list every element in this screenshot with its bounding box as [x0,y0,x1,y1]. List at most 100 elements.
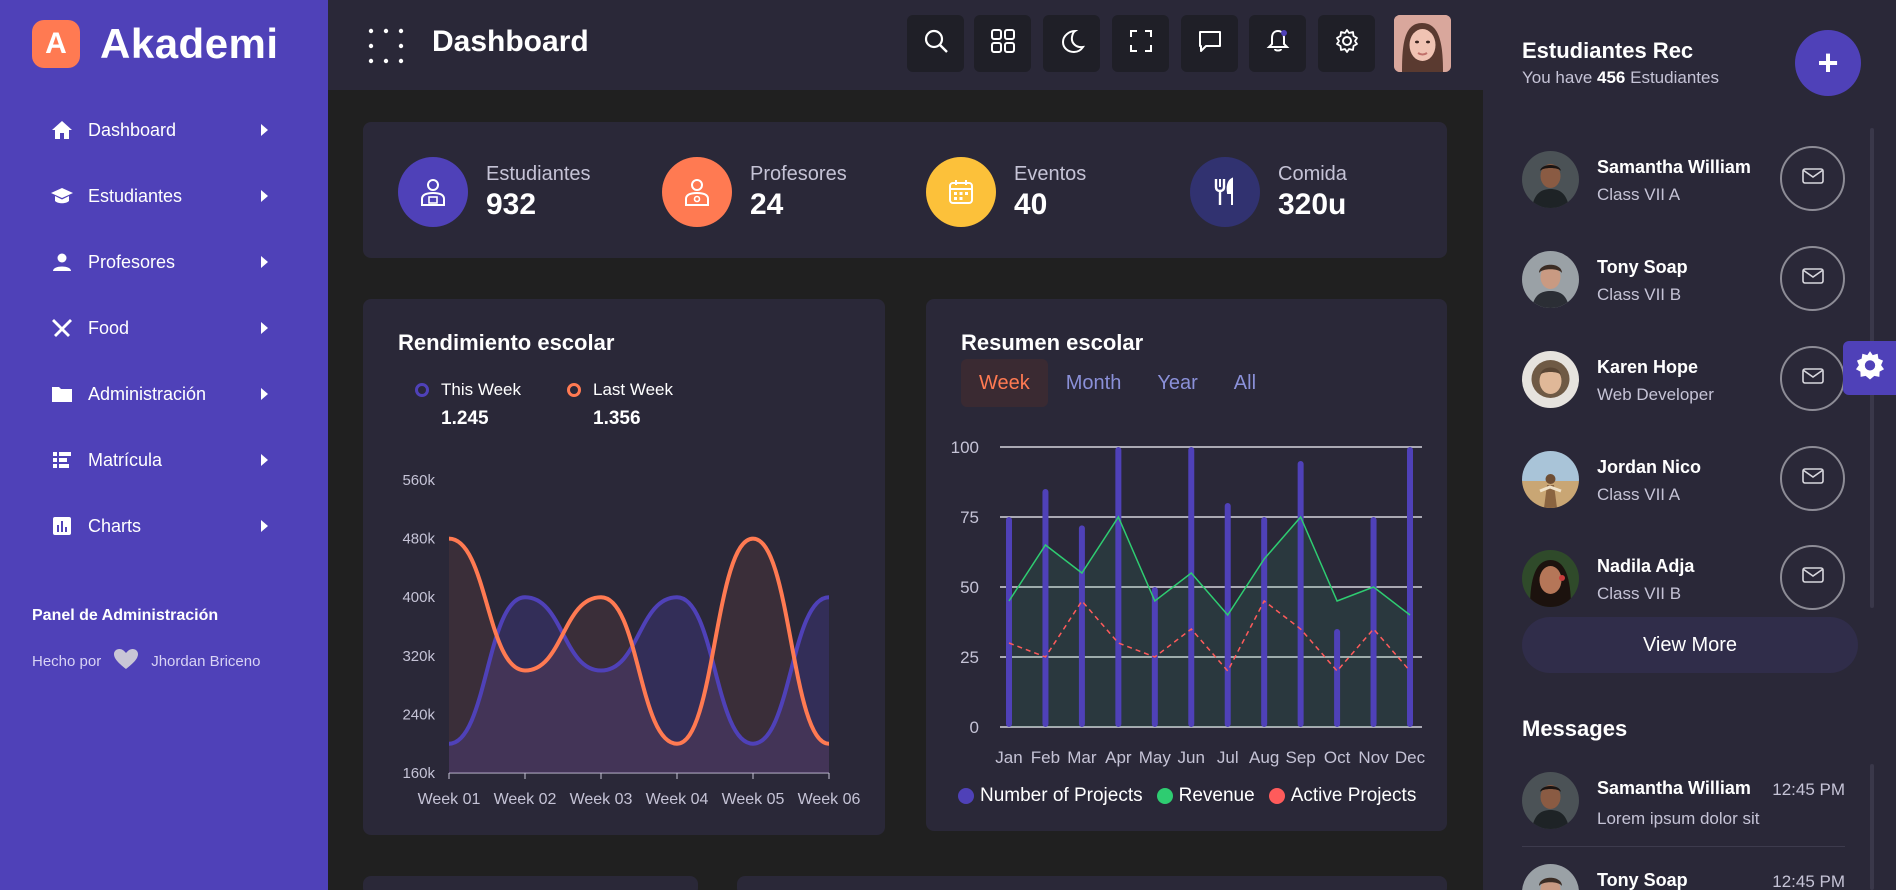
fullscreen-button[interactable] [1112,15,1169,72]
divider [1522,846,1845,847]
brand-logo[interactable]: A Akademi [32,20,279,68]
legend-label: Active Projects [1290,785,1417,806]
legend-label: Revenue [1178,785,1255,806]
bar [1370,517,1377,727]
user-avatar[interactable] [1394,15,1451,72]
dark-mode-button[interactable] [1043,15,1100,72]
avatar [1522,451,1579,508]
stat-profesores[interactable]: Profesores 24 [662,157,847,227]
stat-label: Profesores [750,162,847,185]
bottom-card [363,876,698,890]
apps-menu-icon[interactable] [368,28,404,64]
messages-title: Messages [1522,716,1628,741]
message-text: Lorem ipsum dolor sit [1597,809,1760,828]
y-tick-label: 320k [402,648,435,665]
chat-button[interactable] [1181,15,1238,72]
sidebar-item-matricula[interactable]: Matrícula [0,427,328,493]
sidebar-item-administracion[interactable]: Administración [0,361,328,427]
tab-week[interactable]: Week [961,359,1048,407]
apps-button[interactable] [974,15,1031,72]
legend-last-week[interactable]: Last Week 1.356 [567,380,673,430]
message-student-button[interactable] [1780,146,1845,211]
folder-icon [50,382,74,406]
message-student-button[interactable] [1780,246,1845,311]
tab-month[interactable]: Month [1048,359,1140,407]
chevron-right-icon [261,520,268,532]
students-count: 456 [1597,68,1626,87]
message-item[interactable]: Samantha William 12:45 PM Lorem ipsum do… [1522,772,1845,842]
subtitle-suffix: Estudiantes [1630,68,1719,87]
bottom-card [737,876,1447,890]
sidebar-item-label: Estudiantes [88,185,183,206]
tab-all[interactable]: All [1216,359,1274,407]
y-tick-label: 75 [960,508,979,527]
tab-year[interactable]: Year [1139,359,1215,407]
x-tick-label: Week 05 [722,791,785,808]
mail-icon [1801,168,1824,189]
chevron-right-icon [261,190,268,202]
student-name: Tony Soap [1597,257,1688,277]
legend-marker [1268,788,1285,804]
sidebar: A Akademi Dashboard Estudiantes Profesor… [0,0,328,890]
legend-this-week[interactable]: This Week 1.245 [415,380,521,430]
performance-title: Rendimiento escolar [398,330,615,355]
messages-scrollbar[interactable] [1870,764,1874,890]
search-button[interactable] [907,15,964,72]
student-name: Karen Hope [1597,357,1699,377]
y-tick-label: 0 [970,718,979,737]
message-student-button[interactable] [1780,446,1845,511]
message-student-button[interactable] [1780,545,1845,610]
sidebar-item-label: Matrícula [88,449,163,470]
mail-icon [1801,567,1824,588]
gear-icon [1334,28,1360,59]
stat-eventos[interactable]: Eventos 40 [926,157,1086,227]
sidebar-item-profesores[interactable]: Profesores [0,229,328,295]
x-tick-label: Jun [1178,748,1205,767]
chevron-right-icon [261,256,268,268]
right-panel [1483,0,1896,890]
y-tick-label: 400k [402,589,435,606]
view-more-button[interactable]: View More [1522,617,1858,673]
x-tick-label: Dec [1395,748,1426,767]
sidebar-item-estudiantes[interactable]: Estudiantes [0,163,328,229]
student-class: Class VII A [1597,185,1681,204]
made-by: Hecho por Jhordan Briceno [32,648,260,674]
legend-value: 1.356 [593,408,641,429]
sidebar-item-food[interactable]: Food [0,295,328,361]
message-item[interactable]: Tony Soap 12:45 PM [1522,864,1845,890]
message-student-button[interactable] [1780,346,1845,411]
summary-tabs: Week Month Year All [961,359,1274,407]
student-icon [398,157,468,227]
summary-title: Resumen escolar [961,330,1144,355]
summary-legend: Number of Projects Revenue Active Projec… [958,785,1430,807]
avatar [1522,772,1579,829]
x-tick-label: Apr [1105,748,1132,767]
chevron-right-icon [261,388,268,400]
stat-estudiantes[interactable]: Estudiantes 932 [398,157,591,227]
stat-comida[interactable]: Comida 320u [1190,157,1347,227]
stat-label: Comida [1278,162,1347,185]
sidebar-item-dashboard[interactable]: Dashboard [0,97,328,163]
made-by-prefix: Hecho por [32,652,102,670]
student-class: Class VII B [1597,285,1682,304]
settings-button[interactable] [1318,15,1375,72]
notifications-button[interactable] [1249,15,1306,72]
legend-item[interactable]: Revenue [1156,785,1255,807]
sidebar-item-charts[interactable]: Charts [0,493,328,559]
bar [1042,489,1049,727]
sidebar-item-label: Profesores [88,251,176,272]
utensils-icon [50,316,74,340]
add-student-button[interactable]: + [1795,30,1861,96]
legend-item[interactable]: Number of Projects [958,785,1143,807]
utensils-icon [1190,157,1260,227]
student-class: Class VII A [1597,485,1681,504]
theme-settings-button[interactable] [1843,341,1896,395]
sidebar-item-label: Administración [88,383,207,404]
student-name: Nadila Adja [1597,556,1695,576]
mail-icon [1801,268,1824,289]
legend-value: 1.245 [441,408,489,429]
top-header: Dashboard [328,0,1483,90]
legend-item[interactable]: Active Projects [1268,785,1417,807]
y-tick-label: 160k [402,765,435,782]
y-tick-label: 25 [960,648,979,667]
